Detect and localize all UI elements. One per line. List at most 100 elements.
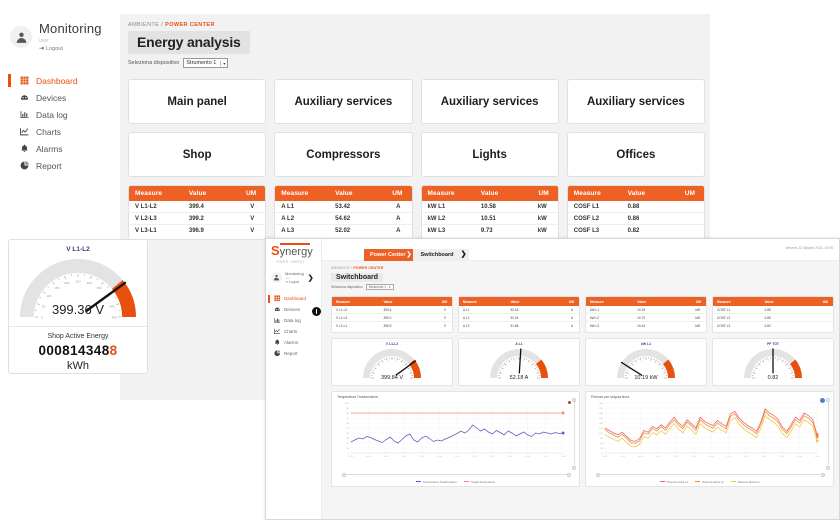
sidebar-item-report[interactable]: Report [0, 157, 120, 174]
grid-icon [273, 295, 281, 302]
chart-legend-item[interactable]: Potenza attiva L1 [659, 479, 689, 484]
svg-text:30: 30 [600, 448, 603, 450]
bar-chart-icon [18, 110, 30, 119]
chart-legend-item[interactable]: Potenza attiva L3 [730, 479, 760, 484]
chart-legend-item[interactable]: Temperatura Trasformatore [415, 480, 457, 484]
table-cell: A L2 [459, 313, 507, 323]
panel-tile[interactable]: Auxiliary services [566, 79, 705, 124]
table-cell: 0.88 [760, 306, 795, 315]
measure-table-card: Measure Value UM COSF L1 0.88 COSF L2 0.86 COSF… [566, 185, 705, 240]
table-header-value: Value [633, 297, 668, 306]
inner-breadcrumb-root[interactable]: AMBIENTE [331, 266, 350, 270]
sidebar-item-alarms[interactable]: Alarms [0, 140, 120, 157]
table-cell [794, 313, 833, 323]
logout-button[interactable]: ⇥ Logout [39, 45, 102, 53]
table-cell: 52.02 [335, 227, 351, 234]
table-cell: 10.44 [637, 323, 646, 328]
inner-sidebar-item-alarms[interactable]: Alarms [266, 337, 321, 348]
table-cell: 10.51 [478, 212, 513, 225]
table-cell: V [443, 323, 446, 328]
chart-vertical-scrollbar[interactable] [572, 397, 576, 470]
inner-sidebar-item-dashboard[interactable]: Dashboard [266, 293, 321, 304]
avatar [10, 26, 32, 48]
table-cell: 396.9 [188, 227, 204, 234]
chevron-down-icon: ▾ [220, 60, 225, 66]
chart-range-slider[interactable] [342, 472, 571, 477]
table-cell: A [540, 306, 579, 315]
panel-tile[interactable]: Auxiliary services [274, 79, 413, 124]
logo-word: ynergy [279, 246, 313, 258]
device-select[interactable]: Strumento 1 ▾ [183, 58, 229, 68]
inner-breadcrumb-current[interactable]: POWER CENTER [353, 266, 383, 270]
panel-tile[interactable]: Lights [420, 132, 559, 177]
chart-vertical-scrollbar[interactable] [826, 397, 830, 470]
inner-main: Power Center ❯ Switchboard ❯ Venerdì 22 … [322, 239, 839, 519]
energy-digits-main: 000814348 [38, 343, 110, 358]
table-cell: COSF L3 [717, 323, 731, 328]
inner-sidebar-item-data-log[interactable]: Data log [266, 315, 321, 326]
chart-plot: 100908070605040302010010:00 10:20 10:40 11:… [345, 402, 567, 458]
table-cell: kW L1 [586, 306, 634, 315]
table-row: A L3 52.02 A [275, 225, 411, 237]
chart-range-slider[interactable] [596, 472, 825, 477]
sidebar-item-charts[interactable]: Charts [0, 123, 120, 140]
inner-sidebar-item-charts[interactable]: Charts [266, 326, 321, 337]
sidebar-item-data-log[interactable]: Data log [0, 106, 120, 123]
table-cell: V L3-L1 [336, 323, 348, 328]
breadcrumb: AMBIENTE / POWER CENTER [128, 22, 705, 28]
table-header-um: UM [540, 297, 579, 306]
chart-legend-label: Potenza attiva L3 [737, 479, 760, 484]
table-row: A L2 52.24 A [459, 313, 579, 323]
panel-tile[interactable]: Offices [566, 132, 705, 177]
svg-text:180: 180 [599, 423, 603, 425]
measure-table-card: Measure Value UM V L1-L2 399.4 V V L2-L3 399.2 V… [128, 185, 267, 240]
panel-tile[interactable]: Shop [128, 132, 267, 177]
expand-arrow-icon[interactable]: ❯ [308, 274, 314, 282]
devices-icon [18, 93, 30, 102]
tab-power-center-label: Power Center [370, 252, 406, 258]
svg-text:10:00: 10:00 [602, 456, 608, 458]
pie-chart-icon [273, 350, 281, 357]
svg-text:13:45: 13:45 [543, 456, 549, 458]
chart-legend-label: Potenza attiva L1 [666, 479, 689, 484]
table-cell: 10.58 [478, 201, 513, 213]
table-cell: COSF L2 [567, 212, 626, 225]
inner-breadcrumb: AMBIENTE / POWER CENTER [331, 266, 834, 270]
table-row: V L2-L3 399.2 V [129, 212, 266, 225]
table-cell: COSF L3 [573, 227, 600, 234]
chart-legend-label: Potenza attiva L2 [702, 479, 724, 484]
sidebar-item-label: Data log [36, 109, 68, 120]
breadcrumb-root[interactable]: AMBIENTE [128, 22, 159, 28]
sidebar-item-dashboard[interactable]: Dashboard [0, 72, 120, 89]
energy-counter: Shop Active Energy 0008143488 kWh [9, 326, 147, 372]
chart-legend-item[interactable]: Potenza attiva L2 [695, 480, 724, 484]
inner-device-select[interactable]: Strumento 1 ▾ [365, 284, 394, 290]
svg-text:12:45: 12:45 [490, 456, 496, 458]
inner-logout-button[interactable]: ⇥ Logout [285, 280, 304, 284]
svg-text:0: 0 [348, 453, 350, 455]
table-cell [795, 322, 833, 330]
breadcrumb-current[interactable]: POWER CENTER [165, 22, 215, 28]
svg-text:14:05: 14:05 [561, 456, 567, 458]
inner-sidebar-item-report[interactable]: Report [266, 348, 321, 359]
svg-text:11:20: 11:20 [419, 456, 425, 458]
svg-text:240: 240 [599, 413, 603, 415]
tab-power-center[interactable]: Power Center ❯ [364, 249, 414, 261]
chart-legend-item[interactable]: Soglia Temperatura [463, 480, 495, 484]
panel-tile[interactable]: Compressors [274, 132, 413, 177]
svg-text:10: 10 [346, 448, 349, 450]
panel-tile[interactable]: Auxiliary services [420, 79, 559, 124]
bell-icon [273, 339, 281, 346]
panel-tile[interactable]: Main panel [128, 79, 267, 124]
grid-icon [18, 76, 30, 85]
table-cell [660, 225, 704, 237]
username-label: user [39, 38, 49, 44]
tab-switchboard[interactable]: Switchboard ❯ [413, 249, 469, 261]
inner-gauge-title: A L1 [515, 341, 523, 346]
table-cell: V [220, 201, 266, 213]
table-header-measure: Measure [586, 297, 634, 306]
panel-tile-label: Compressors [306, 148, 381, 161]
table-cell: kW [695, 323, 700, 328]
svg-text:70: 70 [346, 418, 349, 420]
sidebar-item-devices[interactable]: Devices [0, 89, 120, 106]
